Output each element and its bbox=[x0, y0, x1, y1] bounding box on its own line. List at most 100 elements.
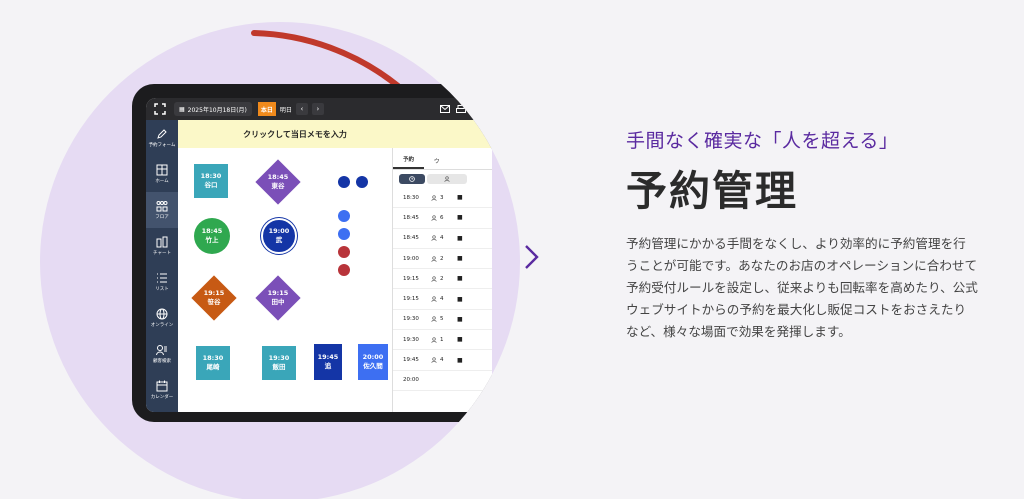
table-card[interactable]: 19:15 田中 bbox=[255, 275, 301, 321]
seat-icon: ■ bbox=[457, 194, 463, 202]
reservation-row[interactable]: 18:45 4 ■ bbox=[393, 229, 492, 249]
reservation-time: 18:45 bbox=[403, 235, 419, 242]
table-guest: 田中 bbox=[271, 298, 285, 306]
party-size: 2 bbox=[440, 275, 444, 282]
reservation-time: 19:30 bbox=[403, 336, 419, 343]
date-picker[interactable]: ▦ 2025年10月18日(月) bbox=[174, 102, 252, 116]
reservation-row[interactable]: 19:15 4 ■ bbox=[393, 289, 492, 310]
seat-icon: ■ bbox=[457, 255, 463, 263]
sidebar-item-label: リスト bbox=[155, 287, 169, 292]
reservation-row[interactable]: 19:45 4 ■ bbox=[393, 350, 492, 371]
party-size: 3 bbox=[440, 194, 444, 201]
table-card[interactable]: 18:30 谷口 bbox=[194, 164, 228, 198]
table-time: 18:30 bbox=[200, 172, 222, 180]
today-button[interactable]: 本日 bbox=[257, 102, 276, 116]
party-size: 4 bbox=[440, 235, 444, 242]
sidebar-item-chart[interactable]: チャート bbox=[146, 228, 178, 264]
party-size: 6 bbox=[440, 214, 444, 221]
app-logo-icon bbox=[154, 103, 166, 115]
table-time: 19:45 bbox=[317, 353, 339, 361]
person-icon bbox=[431, 357, 437, 363]
person-icon bbox=[431, 235, 437, 242]
pen-icon bbox=[157, 129, 167, 139]
reservation-row[interactable]: 18:45 6 ■ bbox=[393, 208, 492, 229]
person-icon bbox=[431, 276, 437, 282]
sidebar-item-home[interactable]: ホーム bbox=[146, 156, 178, 192]
seat-icon: ■ bbox=[457, 275, 463, 283]
party-size: 4 bbox=[440, 357, 444, 364]
seat-dot[interactable] bbox=[338, 210, 350, 222]
mail-icon[interactable] bbox=[440, 105, 450, 113]
feature-text: 手間なく確実な「人を超える」 予約管理 予約管理にかかる手間をなくし、より効率的… bbox=[626, 126, 986, 343]
reservation-time: 20:00 bbox=[403, 377, 419, 384]
party-size: 4 bbox=[440, 296, 444, 303]
seat-icon: ■ bbox=[457, 336, 463, 344]
person-icon bbox=[431, 215, 437, 221]
table-guest: 尾崎 bbox=[206, 363, 220, 371]
reservation-row[interactable]: 19:30 5 ■ bbox=[393, 310, 492, 331]
reservation-row[interactable]: 20:00 bbox=[393, 371, 492, 391]
person-icon bbox=[431, 255, 437, 262]
sidebar-item-reservation-form[interactable]: 予約フォーム bbox=[146, 120, 178, 156]
sidebar-item-customer-search[interactable]: 顧客検索 bbox=[146, 336, 178, 372]
reservation-row[interactable]: 19:15 2 ■ bbox=[393, 269, 492, 290]
daily-memo-input[interactable]: クリックして当日メモを入力 bbox=[178, 120, 492, 148]
party-size: 1 bbox=[440, 336, 444, 343]
table-card[interactable]: 20:00 佐久間 bbox=[358, 344, 388, 380]
filter-row bbox=[393, 170, 492, 188]
floor-map: 18:30 谷口 18:45 東谷 18:45 竹上 19:00 武 19:15… bbox=[178, 148, 392, 412]
sidebar-item-calendar[interactable]: カレンダー bbox=[146, 372, 178, 408]
tomorrow-button[interactable]: 明日 bbox=[280, 105, 292, 114]
clock-filter-button[interactable] bbox=[399, 174, 425, 184]
reservation-row[interactable]: 19:30 1 ■ bbox=[393, 330, 492, 351]
reservation-row[interactable]: 18:30 3 ■ bbox=[393, 188, 492, 209]
table-card[interactable]: 18:45 竹上 bbox=[194, 218, 230, 254]
reservation-row[interactable]: 19:00 2 ■ bbox=[393, 249, 492, 270]
seat-icon: ■ bbox=[457, 234, 463, 242]
reservation-party: 4 bbox=[431, 357, 457, 363]
sidebar-item-label: チャート bbox=[153, 251, 171, 256]
seat-dot[interactable] bbox=[356, 176, 368, 188]
prev-day-button[interactable]: ‹ bbox=[295, 103, 308, 115]
table-card[interactable]: 19:30 飯田 bbox=[262, 346, 296, 380]
table-card[interactable]: 19:45 追 bbox=[314, 344, 342, 380]
sidebar-item-floor[interactable]: フロア bbox=[146, 192, 178, 228]
reservation-party: 6 bbox=[431, 215, 457, 221]
reservation-party: 1 bbox=[431, 337, 457, 343]
table-card[interactable]: 18:30 尾崎 bbox=[196, 346, 230, 380]
seat-dot[interactable] bbox=[338, 228, 350, 240]
seat-dot[interactable] bbox=[338, 246, 350, 258]
person-icon bbox=[431, 316, 437, 323]
table-time: 18:45 bbox=[201, 227, 223, 235]
customer-search-icon bbox=[156, 345, 167, 356]
table-time: 19:30 bbox=[268, 354, 290, 362]
person-icon bbox=[431, 296, 437, 303]
sidebar-item-list[interactable]: リスト bbox=[146, 264, 178, 300]
memo-placeholder: クリックして当日メモを入力 bbox=[243, 129, 347, 139]
table-card[interactable]: 19:15 笹谷 bbox=[191, 275, 237, 321]
sidebar-item-online[interactable]: オンライン bbox=[146, 300, 178, 336]
table-time: 18:45 bbox=[267, 173, 289, 181]
clock-icon bbox=[409, 176, 415, 182]
reservation-party: 2 bbox=[431, 276, 457, 282]
globe-icon bbox=[156, 308, 168, 320]
table-card[interactable]: 18:45 東谷 bbox=[255, 159, 301, 205]
table-card[interactable]: 19:00 武 bbox=[261, 218, 297, 254]
reservation-party: 3 bbox=[431, 195, 457, 201]
seat-dot[interactable] bbox=[338, 264, 350, 276]
reservation-time: 19:15 bbox=[403, 296, 419, 303]
table-guest: 笹谷 bbox=[207, 298, 221, 306]
tab-reservations[interactable]: 予約 bbox=[393, 155, 425, 169]
seat-icon: ■ bbox=[457, 214, 463, 222]
sidebar-item-label: ホーム bbox=[155, 179, 169, 184]
party-size: 2 bbox=[440, 255, 444, 262]
calendar-small-icon: ▦ bbox=[179, 105, 185, 113]
sidebar-item-label: 予約フォーム bbox=[148, 143, 176, 148]
seat-icon: ■ bbox=[457, 315, 463, 323]
person-filter-button[interactable] bbox=[427, 174, 467, 184]
chevron-right-icon bbox=[525, 245, 539, 269]
next-day-button[interactable]: › bbox=[311, 103, 324, 115]
tab-second[interactable]: ウ bbox=[424, 157, 450, 169]
seat-dot[interactable] bbox=[338, 176, 350, 188]
top-bar: ▦ 2025年10月18日(月) 本日 明日 ‹ › bbox=[146, 98, 492, 120]
